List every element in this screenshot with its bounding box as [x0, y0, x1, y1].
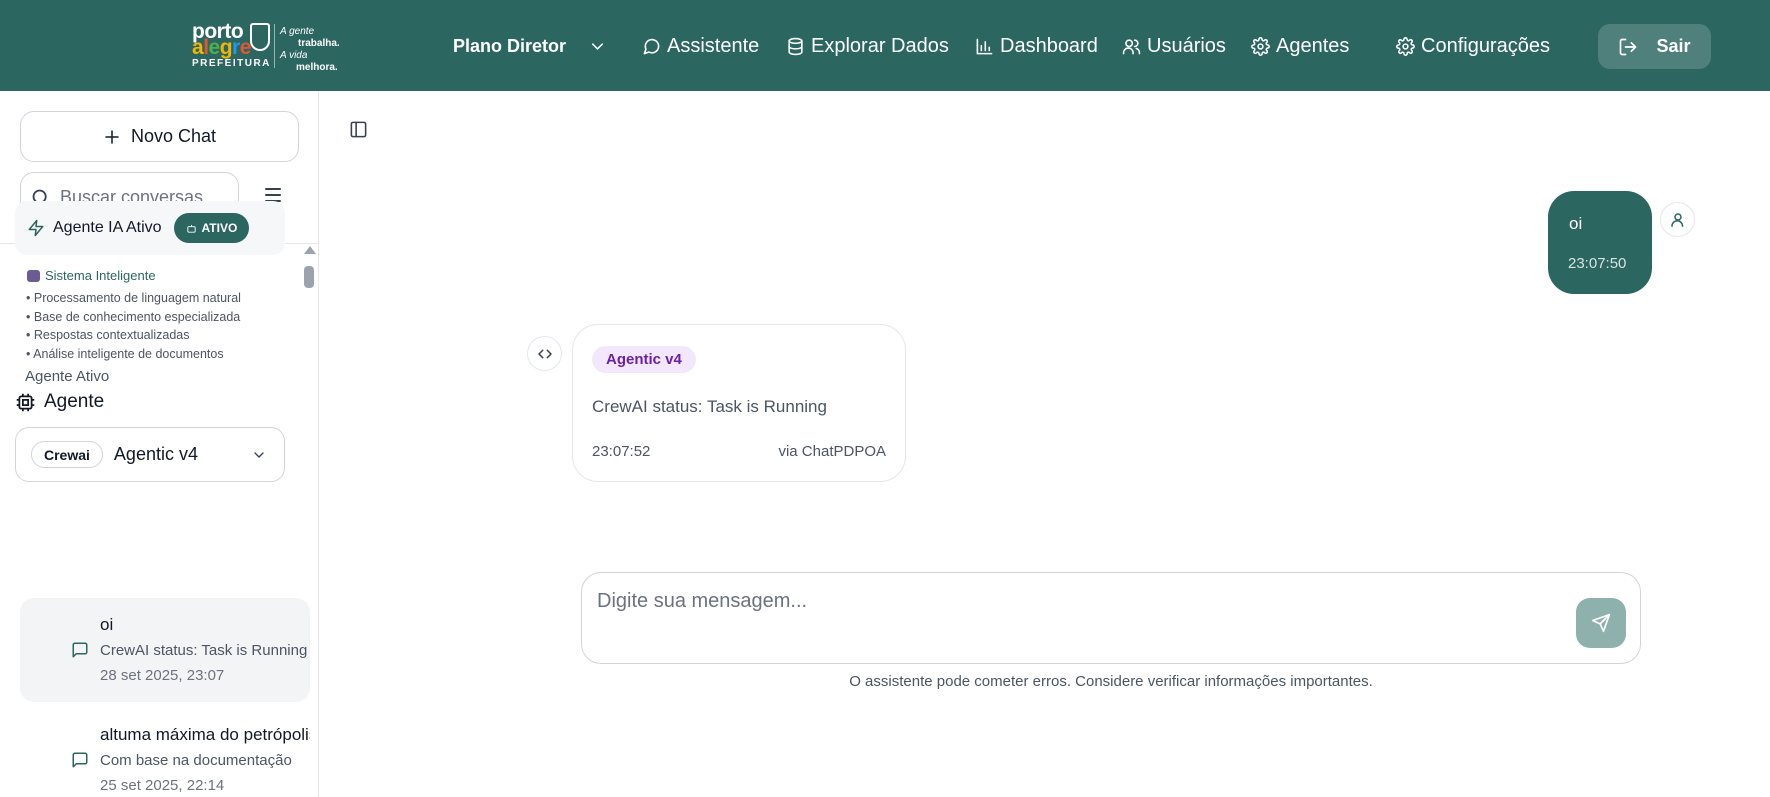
message-square-icon	[72, 752, 88, 768]
assistant-message-source: via ChatPDPOA	[778, 443, 886, 460]
agent-provider-pill: Crewai	[31, 441, 103, 468]
message-composer	[581, 572, 1641, 664]
conversation-item[interactable]: altuma máxima do petrópolis Com base na …	[20, 708, 310, 797]
code-icon	[537, 349, 552, 358]
nav-agentes-label: Agentes	[1276, 34, 1350, 57]
conversation-item[interactable]: oi CrewAI status: Task is Running 28 set…	[20, 598, 310, 702]
agente-heading-label: Agente	[44, 391, 105, 412]
feature-item: Análise inteligente de documentos	[26, 345, 241, 364]
agent-status-card: Agente IA Ativo ATIVO	[15, 201, 285, 255]
crest-icon	[250, 23, 270, 51]
nav-usuarios[interactable]: Usuários	[1122, 30, 1226, 62]
robot-icon	[27, 269, 40, 282]
users-icon	[1122, 38, 1141, 54]
log-out-icon	[1620, 38, 1637, 55]
chevron-down-icon	[254, 452, 264, 458]
status-badge-label: ATIVO	[201, 221, 238, 235]
logo-divider	[274, 24, 275, 68]
nav-assistente-label: Assistente	[667, 34, 760, 57]
agente-ativo-label: Agente Ativo	[25, 368, 110, 385]
plus-icon	[105, 129, 119, 144]
new-chat-button[interactable]: Novo Chat	[20, 111, 299, 162]
logo-alegre: alegre	[192, 36, 251, 59]
user-message-bubble: oi 23:07:50	[1548, 191, 1652, 294]
logo-prefeitura: PREFEITURA	[192, 58, 271, 69]
nav-dashboard[interactable]: Dashboard	[975, 30, 1098, 62]
conversation-preview: CrewAI status: Task is Running	[100, 642, 308, 659]
nav-configuracoes[interactable]: Configurações	[1396, 30, 1550, 62]
gear-icon	[1251, 36, 1270, 56]
assistant-message-bubble: Agentic v4 CrewAI status: Task is Runnin…	[572, 324, 906, 482]
scroll-up-arrow[interactable]	[304, 246, 316, 254]
user-icon	[1670, 212, 1683, 227]
nav-dashboard-label: Dashboard	[1000, 34, 1098, 57]
nav-agentes[interactable]: Agentes	[1251, 30, 1349, 62]
agent-status-title: Agente IA Ativo	[53, 219, 162, 236]
database-icon	[788, 37, 803, 55]
conversation-date: 25 set 2025, 22:14	[100, 777, 225, 794]
feature-item: Respostas contextualizadas	[26, 326, 241, 345]
gear-icon	[1396, 36, 1415, 56]
new-chat-label: Novo Chat	[130, 126, 217, 146]
sair-label: Sair	[1656, 36, 1691, 56]
message-input[interactable]	[597, 590, 1517, 630]
feature-item: Processamento de linguagem natural	[26, 289, 241, 308]
agent-select-value: Agentic v4	[113, 444, 198, 464]
feature-item: Base de conhecimento especializada	[26, 308, 241, 327]
send-icon	[1591, 613, 1611, 633]
assistant-message-text: CrewAI status: Task is Running	[592, 397, 827, 416]
bot-avatar	[527, 336, 562, 371]
panel-left-icon	[350, 121, 367, 138]
bar-chart-icon	[976, 38, 993, 54]
nav-usuarios-label: Usuários	[1147, 34, 1226, 57]
message-square-icon	[72, 642, 88, 658]
conversation-preview: Com base na documentação	[100, 752, 292, 769]
cpu-icon	[16, 393, 35, 411]
disclaimer-text: O assistente pode cometer erros. Conside…	[849, 673, 1373, 690]
message-circle-icon	[643, 38, 660, 54]
bot-icon	[186, 224, 196, 233]
agent-select[interactable]: Crewai Agentic v4	[15, 427, 285, 482]
agente-heading: Agente	[15, 391, 104, 413]
user-message-text: oi	[1569, 214, 1583, 233]
user-message-time: 23:07:50	[1568, 255, 1627, 272]
sidebar: Novo Chat Agente IA Ativo ATIVO Sistema …	[0, 91, 319, 797]
nav-assistente[interactable]: Assistente	[642, 30, 759, 62]
nav-configuracoes-label: Configurações	[1421, 34, 1550, 57]
toggle-sidebar-button[interactable]	[349, 120, 368, 139]
prefeitura-logo[interactable]: porto alegre PREFEITURA A gente trabalha…	[192, 21, 352, 73]
plano-diretor-dropdown[interactable]: Plano Diretor	[453, 30, 607, 62]
logo-slogan: A gente trabalha. A vida melhora.	[280, 26, 340, 73]
user-avatar	[1660, 202, 1695, 237]
nav-explorar-dados[interactable]: Explorar Dados	[786, 30, 949, 62]
assistant-message-time: 23:07:52	[592, 443, 651, 460]
zap-icon	[28, 219, 44, 237]
conversation-title: altuma máxima do petrópolis	[100, 725, 310, 744]
send-button[interactable]	[1576, 598, 1626, 648]
sair-button[interactable]: Sair	[1598, 24, 1711, 69]
top-header: porto alegre PREFEITURA A gente trabalha…	[0, 0, 1770, 91]
system-title: Sistema Inteligente	[27, 268, 156, 283]
scroll-thumb[interactable]	[304, 266, 314, 288]
agent-tag: Agentic v4	[592, 346, 696, 373]
system-feature-list: Processamento de linguagem natural Base …	[26, 289, 241, 363]
chevron-down-icon	[591, 42, 604, 50]
plano-diretor-label: Plano Diretor	[453, 35, 567, 56]
nav-explorar-dados-label: Explorar Dados	[811, 34, 949, 57]
conversation-title: oi	[100, 615, 114, 634]
system-title-label: Sistema Inteligente	[45, 268, 156, 283]
conversation-date: 28 set 2025, 23:07	[100, 667, 225, 684]
status-badge: ATIVO	[173, 213, 250, 243]
